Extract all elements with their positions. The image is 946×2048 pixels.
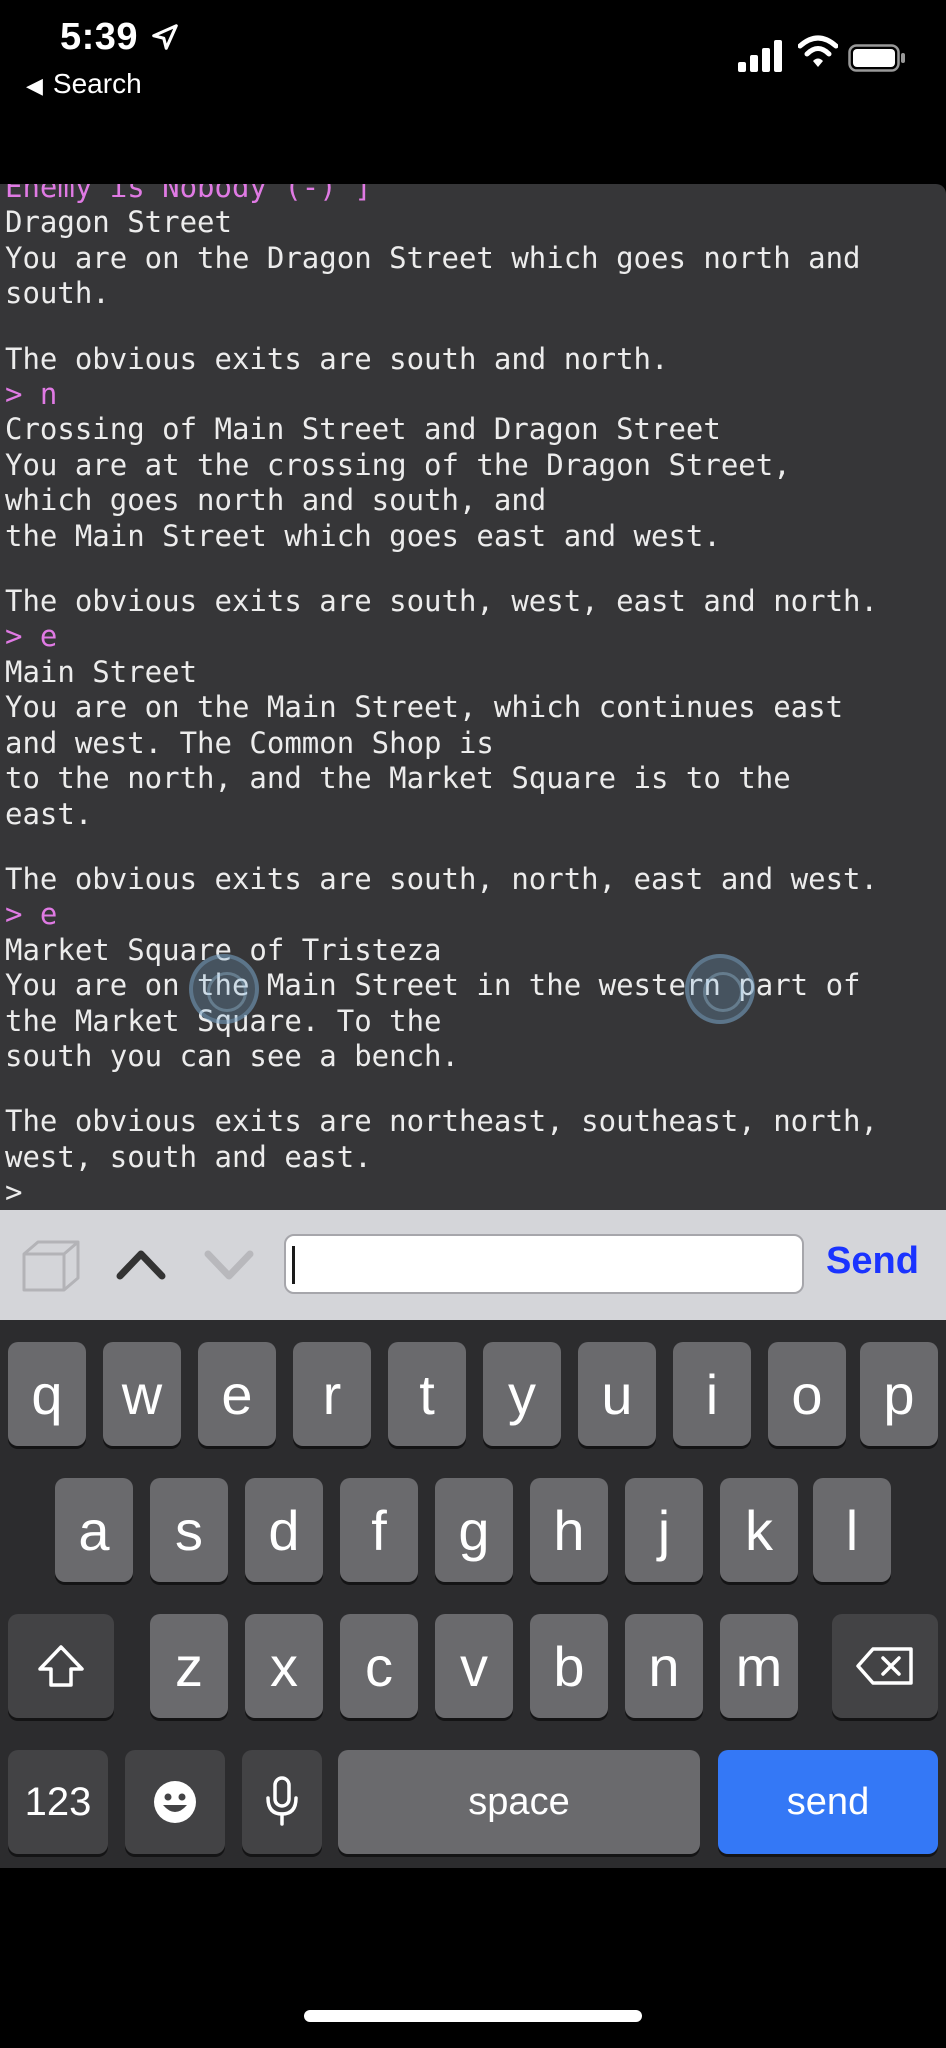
terminal-line: west, south and east. [5, 1139, 372, 1174]
touch-indicator [189, 954, 259, 1024]
microphone-icon [266, 1776, 298, 1826]
key-w[interactable]: w [103, 1342, 181, 1446]
cellular-signal-icon [738, 40, 782, 72]
touch-indicator [685, 954, 755, 1024]
backspace-key[interactable] [832, 1614, 938, 1718]
terminal-text: Enemy is Nobody (-) ] Dragon Street You ar… [5, 184, 942, 1210]
terminal-output[interactable]: Enemy is Nobody (-) ] Dragon Street You ar… [0, 184, 946, 1210]
terminal-line: Main Street [5, 654, 198, 689]
command-input[interactable] [284, 1234, 804, 1294]
key-y[interactable]: y [483, 1342, 561, 1446]
location-arrow-icon [152, 24, 178, 50]
back-to-search-link[interactable]: ◀ Search [26, 68, 142, 100]
terminal-line: You are on the Dragon Street which goes … [5, 240, 861, 275]
terminal-command-line: > e [5, 897, 58, 932]
terminal-line: You are on the Main Street, which contin… [5, 690, 844, 725]
key-k[interactable]: k [720, 1478, 798, 1582]
dictation-key[interactable] [242, 1750, 322, 1854]
wifi-icon [798, 35, 838, 67]
key-c[interactable]: c [340, 1614, 418, 1718]
key-x[interactable]: x [245, 1614, 323, 1718]
key-m[interactable]: m [720, 1614, 798, 1718]
terminal-line: which goes north and south, and [5, 483, 547, 518]
key-z[interactable]: z [150, 1614, 228, 1718]
command-toolbar: Send [0, 1210, 946, 1320]
terminal-line: and west. The Common Shop is [5, 725, 494, 760]
keyboard: q w e r t y u i o p a s d f g h j k l z … [0, 1320, 946, 1868]
key-o[interactable]: o [768, 1342, 846, 1446]
chevron-down-icon[interactable] [202, 1244, 256, 1284]
terminal-line: > [5, 1175, 23, 1210]
back-triangle-icon: ◀ [26, 73, 43, 98]
key-u[interactable]: u [578, 1342, 656, 1446]
terminal-line: south. [5, 276, 110, 311]
terminal-line: The obvious exits are south and north. [5, 341, 669, 376]
text-caret [292, 1246, 295, 1284]
terminal-line: The obvious exits are northeast, southea… [5, 1104, 878, 1139]
key-h[interactable]: h [530, 1478, 608, 1582]
key-n[interactable]: n [625, 1614, 703, 1718]
key-f[interactable]: f [340, 1478, 418, 1582]
emoji-icon [154, 1781, 196, 1823]
key-s[interactable]: s [150, 1478, 228, 1582]
terminal-line: You are at the crossing of the Dragon St… [5, 447, 791, 482]
terminal-line: The obvious exits are south, west, east … [5, 584, 878, 619]
clock: 5:39 [60, 16, 139, 58]
terminal-line: the Market Square. To the [5, 1003, 442, 1038]
terminal-line: The obvious exits are south, north, east… [5, 861, 878, 896]
keyboard-send-key[interactable]: send [718, 1750, 938, 1854]
key-g[interactable]: g [435, 1478, 513, 1582]
key-a[interactable]: a [55, 1478, 133, 1582]
key-l[interactable]: l [813, 1478, 891, 1582]
key-e[interactable]: e [198, 1342, 276, 1446]
key-t[interactable]: t [388, 1342, 466, 1446]
terminal-line: south you can see a bench. [5, 1038, 459, 1073]
terminal-command-line: > n [5, 377, 58, 412]
battery-icon [848, 44, 905, 72]
space-key[interactable]: space [338, 1750, 700, 1854]
terminal-command-line: Enemy is Nobody (-) ] [5, 184, 372, 204]
shift-icon [38, 1645, 84, 1687]
terminal-line: Crossing of Main Street and Dragon Stree… [5, 412, 721, 447]
terminal-line: to the north, and the Market Square is t… [5, 761, 791, 796]
terminal-line: Dragon Street [5, 205, 232, 240]
shift-key[interactable] [8, 1614, 114, 1718]
key-v[interactable]: v [435, 1614, 513, 1718]
key-b[interactable]: b [530, 1614, 608, 1718]
key-i[interactable]: i [673, 1342, 751, 1446]
terminal-command-line: > e [5, 619, 58, 654]
terminal-line: Market Square of Tristeza [5, 932, 442, 967]
terminal-line: the Main Street which goes east and west… [5, 518, 721, 553]
key-r[interactable]: r [293, 1342, 371, 1446]
chevron-up-icon[interactable] [114, 1244, 168, 1284]
emoji-key[interactable] [125, 1750, 225, 1854]
home-indicator[interactable] [304, 2010, 642, 2022]
key-d[interactable]: d [245, 1478, 323, 1582]
terminal-line: east. [5, 796, 93, 831]
numbers-key[interactable]: 123 [8, 1750, 108, 1854]
back-label: Search [52, 68, 142, 99]
send-command-button[interactable]: Send [826, 1240, 919, 1283]
key-p[interactable]: p [860, 1342, 938, 1446]
key-j[interactable]: j [625, 1478, 703, 1582]
box-icon[interactable] [20, 1238, 82, 1294]
backspace-icon [856, 1647, 913, 1685]
status-bar: 5:39 ◀ Search [0, 0, 946, 180]
terminal-line: You are on the Main Street in the wester… [5, 968, 861, 1003]
key-q[interactable]: q [8, 1342, 86, 1446]
